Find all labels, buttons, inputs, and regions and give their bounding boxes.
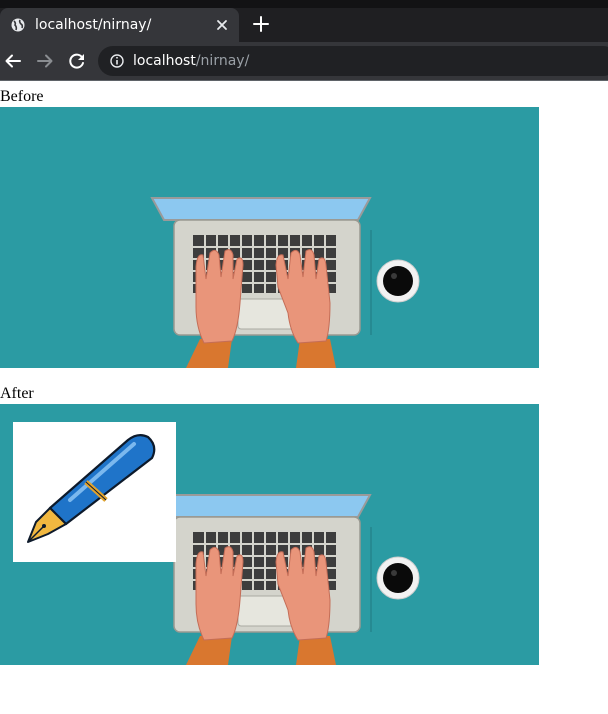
plus-icon[interactable] [252, 15, 270, 33]
window-top-edge [0, 0, 608, 8]
address-bar[interactable]: localhost/nirnay/ [98, 46, 608, 76]
info-icon[interactable] [110, 54, 124, 68]
back-arrow-icon[interactable] [4, 52, 22, 70]
globe-icon [11, 18, 25, 32]
url-text: localhost/nirnay/ [133, 51, 249, 71]
reload-icon[interactable] [68, 52, 86, 70]
browser-toolbar: localhost/nirnay/ [0, 42, 608, 80]
tab-strip: localhost/nirnay/ [0, 0, 608, 42]
before-label: Before [0, 88, 44, 105]
after-label: After [0, 385, 34, 402]
url-host: localhost [133, 53, 196, 69]
tab-title: localhost/nirnay/ [35, 17, 152, 33]
url-path: /nirnay/ [195, 53, 250, 69]
forward-arrow-icon[interactable] [36, 52, 54, 70]
close-icon[interactable] [214, 17, 230, 33]
toolbar-divider [0, 80, 608, 81]
before-image [0, 107, 539, 368]
browser-tab[interactable]: localhost/nirnay/ [0, 8, 239, 42]
after-image [0, 404, 539, 665]
